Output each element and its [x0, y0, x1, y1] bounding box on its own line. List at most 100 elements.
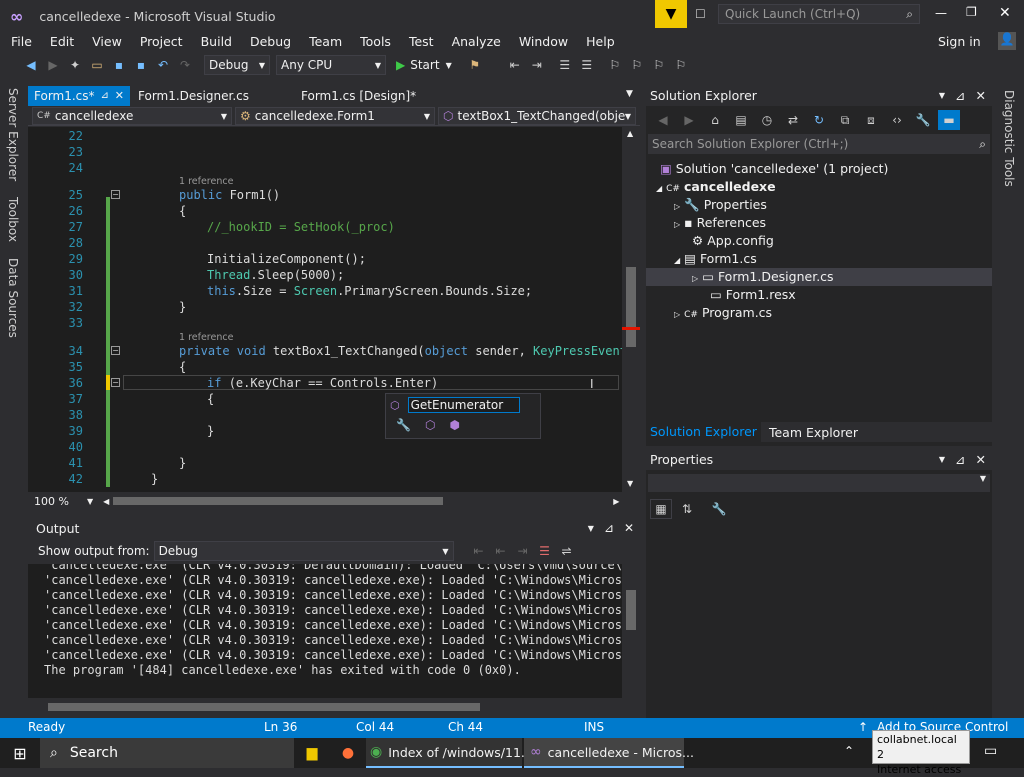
code-lens-reference[interactable]: 1 reference	[179, 176, 233, 187]
refresh-icon[interactable]: ↻	[808, 110, 830, 130]
pin-icon[interactable]: ⊿	[604, 521, 614, 535]
tray-overflow-icon[interactable]: ⌃	[844, 744, 854, 758]
tab-form1-design[interactable]: Form1.cs [Design]*	[295, 86, 422, 106]
property-pages-icon[interactable]: 🔧	[708, 499, 730, 519]
undo-icon[interactable]: ↶	[152, 55, 174, 75]
close-icon[interactable]: ✕	[115, 86, 124, 106]
tab-form1-designer[interactable]: Form1.Designer.cs	[132, 86, 255, 106]
redo-icon[interactable]: ↷	[174, 55, 196, 75]
configuration-select[interactable]: Debug ▼	[204, 55, 270, 75]
menu-edit[interactable]: Edit	[41, 32, 83, 52]
server-explorer-tab[interactable]: Server Explorer	[6, 84, 20, 185]
chevron-down-icon[interactable]: ▼	[939, 450, 945, 470]
taskbar-vs-window[interactable]: ∞ cancelledexe - Micros...	[524, 738, 694, 768]
tab-solution-explorer[interactable]: Solution Explorer	[646, 422, 761, 442]
menu-team[interactable]: Team	[300, 32, 351, 52]
save-all-icon[interactable]: ▪	[130, 55, 152, 75]
scroll-down-icon[interactable]: ▼	[627, 479, 633, 488]
code-lens-reference[interactable]: 1 reference	[179, 332, 233, 343]
preview-icon[interactable]: ▬	[938, 110, 960, 130]
show-all-files-icon[interactable]: ⧈	[860, 110, 882, 130]
next-message-icon[interactable]: ⇥	[512, 541, 534, 561]
editor-vertical-scrollbar[interactable]: ▲ ▼	[622, 127, 640, 492]
class-nav-select[interactable]: ⚙ cancelledexe.Form1 ▼	[235, 107, 435, 125]
start-button[interactable]: ▶ Start ▼	[396, 55, 452, 75]
prev-message-icon[interactable]: ⇤	[490, 541, 512, 561]
bookmark-next-icon[interactable]: ⚐	[648, 55, 670, 75]
file-explorer-icon[interactable]: ▆	[294, 745, 330, 761]
fold-toggle[interactable]: −	[111, 190, 120, 199]
scroll-left-icon[interactable]: ◀	[103, 497, 109, 506]
data-sources-tab[interactable]: Data Sources	[6, 254, 20, 342]
scroll-thumb[interactable]	[626, 267, 636, 347]
close-icon[interactable]: ✕	[624, 521, 634, 535]
notification-flag-icon[interactable]: ▼	[655, 0, 687, 28]
output-vertical-scrollbar[interactable]	[622, 564, 640, 698]
collapse-all-icon[interactable]: ⧉	[834, 110, 856, 130]
alphabetical-icon[interactable]: ⇅	[676, 499, 698, 519]
menu-window[interactable]: Window	[510, 32, 577, 52]
tree-item-references[interactable]: ▷ ▪ References	[674, 214, 766, 232]
extension-filter-icon[interactable]: ⬢	[449, 418, 459, 432]
menu-analyze[interactable]: Analyze	[443, 32, 510, 52]
properties-wrench-icon[interactable]: 🔧	[912, 110, 934, 130]
pin-icon[interactable]: ⊿	[100, 86, 108, 106]
chevron-down-icon[interactable]: ▼	[87, 497, 93, 506]
toolbox-tab[interactable]: Toolbox	[6, 193, 20, 246]
tab-form1-cs[interactable]: Form1.cs* ⊿ ✕	[28, 86, 130, 106]
pin-icon[interactable]: ⊿	[955, 450, 965, 470]
tab-team-explorer[interactable]: Team Explorer	[761, 425, 866, 440]
back-icon[interactable]: ◀	[20, 55, 42, 75]
word-wrap-icon[interactable]: ⇌	[556, 541, 578, 561]
code-editor[interactable]: 22 23 24 1 reference 25 − public Form1()…	[28, 127, 622, 492]
menu-view[interactable]: View	[83, 32, 131, 52]
account-icon[interactable]: 👤	[998, 32, 1016, 50]
wrench-icon[interactable]: 🔧	[396, 418, 411, 432]
bookmark-prev-icon[interactable]: ⚐	[626, 55, 648, 75]
menu-help[interactable]: Help	[577, 32, 624, 52]
intellisense-popup[interactable]: ⬡ GetEnumerator 🔧 ⬡ ⬢	[385, 393, 541, 439]
save-icon[interactable]: ▪	[108, 55, 130, 75]
pin-icon[interactable]: ⊿	[955, 86, 965, 106]
pending-changes-icon[interactable]: ◷	[756, 110, 778, 130]
bookmark-clear-icon[interactable]: ⚐	[670, 55, 692, 75]
tab-overflow-icon[interactable]: ▼	[626, 89, 633, 99]
taskbar-search-box[interactable]: ⌕ Search	[40, 738, 294, 768]
close-icon[interactable]: ✕	[976, 86, 986, 106]
sync-icon[interactable]: ⇄	[782, 110, 804, 130]
bookmark-icon[interactable]: ⚐	[604, 55, 626, 75]
minimize-button[interactable]: —	[935, 6, 947, 20]
menu-test[interactable]: Test	[400, 32, 443, 52]
solution-search-box[interactable]: Search Solution Explorer (Ctrl+;) ⌕	[648, 134, 990, 154]
home-icon[interactable]: ⌂	[704, 110, 726, 130]
platform-select[interactable]: Any CPU ▼	[276, 55, 386, 75]
close-icon[interactable]: ✕	[976, 450, 986, 470]
uncomment-icon[interactable]: ☰	[576, 55, 598, 75]
quick-launch-box[interactable]: Quick Launch (Ctrl+Q) ⌕	[718, 4, 920, 24]
tree-item-form1-designer[interactable]: ▷ ▭ Form1.Designer.cs	[646, 268, 992, 286]
step-icon[interactable]: ⇤	[504, 55, 526, 75]
output-source-select[interactable]: Debug ▼	[153, 541, 454, 561]
categorized-icon[interactable]: ▦	[650, 499, 672, 519]
chevron-down-icon[interactable]: ▼	[588, 524, 594, 533]
diagnostic-tools-tab[interactable]: Diagnostic Tools	[1002, 86, 1016, 191]
menu-project[interactable]: Project	[131, 32, 192, 52]
menu-build[interactable]: Build	[192, 32, 241, 52]
fold-toggle[interactable]: −	[111, 378, 120, 387]
completion-item[interactable]: ⬡ GetEnumerator	[386, 396, 540, 414]
method-filter-icon[interactable]: ⬡	[425, 418, 435, 432]
object-selector[interactable]: ▼	[648, 474, 990, 492]
clear-all-icon[interactable]: ☰	[534, 541, 556, 561]
chevron-down-icon[interactable]: ▼	[939, 86, 945, 106]
tree-item-solution[interactable]: ▣ Solution 'cancelledexe' (1 project)	[660, 160, 888, 178]
windows-start-icon[interactable]: ⊞	[0, 744, 40, 763]
back-icon[interactable]: ◀	[652, 110, 674, 130]
view-code-icon[interactable]: ‹›	[886, 110, 908, 130]
maximize-button[interactable]: ❐	[966, 5, 977, 19]
menu-debug[interactable]: Debug	[241, 32, 300, 52]
comment-icon[interactable]: ☰	[554, 55, 576, 75]
tree-item-properties[interactable]: ▷ 🔧 Properties	[674, 196, 767, 214]
scroll-thumb[interactable]	[626, 590, 636, 630]
zoom-level[interactable]: 100 %	[34, 495, 69, 508]
project-nav-select[interactable]: C# cancelledexe ▼	[32, 107, 232, 125]
